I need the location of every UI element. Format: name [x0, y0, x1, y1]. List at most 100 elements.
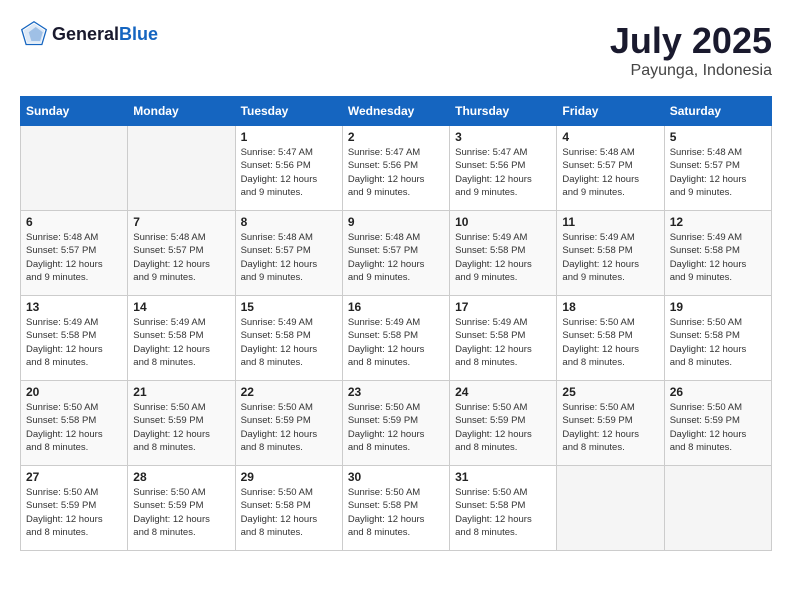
cell-info: Sunrise: 5:50 AM Sunset: 5:59 PM Dayligh…: [133, 401, 229, 454]
day-number: 5: [670, 130, 766, 144]
day-number: 16: [348, 300, 444, 314]
cell-info: Sunrise: 5:48 AM Sunset: 5:57 PM Dayligh…: [348, 231, 444, 284]
cell-info: Sunrise: 5:50 AM Sunset: 5:59 PM Dayligh…: [455, 401, 551, 454]
cell-info: Sunrise: 5:50 AM Sunset: 5:58 PM Dayligh…: [241, 486, 337, 539]
day-number: 19: [670, 300, 766, 314]
cell-info: Sunrise: 5:49 AM Sunset: 5:58 PM Dayligh…: [26, 316, 122, 369]
logo-general: General: [52, 24, 119, 44]
calendar-cell: 18Sunrise: 5:50 AM Sunset: 5:58 PM Dayli…: [557, 296, 664, 381]
day-number: 14: [133, 300, 229, 314]
cell-info: Sunrise: 5:49 AM Sunset: 5:58 PM Dayligh…: [455, 231, 551, 284]
day-number: 28: [133, 470, 229, 484]
calendar-table: SundayMondayTuesdayWednesdayThursdayFrid…: [20, 96, 772, 551]
day-number: 15: [241, 300, 337, 314]
day-number: 11: [562, 215, 658, 229]
day-number: 4: [562, 130, 658, 144]
day-number: 22: [241, 385, 337, 399]
day-number: 17: [455, 300, 551, 314]
cell-info: Sunrise: 5:48 AM Sunset: 5:57 PM Dayligh…: [241, 231, 337, 284]
day-number: 10: [455, 215, 551, 229]
calendar-cell: 9Sunrise: 5:48 AM Sunset: 5:57 PM Daylig…: [342, 211, 449, 296]
calendar-cell: 30Sunrise: 5:50 AM Sunset: 5:58 PM Dayli…: [342, 466, 449, 551]
calendar-cell: 28 Sunrise: 5:50 AM Sunset: 5:59 PM Dayli…: [128, 466, 235, 551]
day-number: 8: [241, 215, 337, 229]
calendar-cell: 12 Sunrise: 5:49 AM Sunset: 5:58 PM Dayli…: [664, 211, 771, 296]
weekday-header-saturday: Saturday: [664, 97, 771, 126]
day-number: 2: [348, 130, 444, 144]
calendar-cell: 14 Sunrise: 5:49 AM Sunset: 5:58 PM Dayli…: [128, 296, 235, 381]
day-number: 23: [348, 385, 444, 399]
calendar-week-5: 27 Sunrise: 5:50 AM Sunset: 5:59 PM Dayli…: [21, 466, 772, 551]
calendar-cell: 6 Sunrise: 5:48 AM Sunset: 5:57 PM Daylig…: [21, 211, 128, 296]
weekday-header-thursday: Thursday: [450, 97, 557, 126]
calendar-cell: 1 Sunrise: 5:47 AM Sunset: 5:56 PM Daylig…: [235, 126, 342, 211]
cell-info: Sunrise: 5:48 AM Sunset: 5:57 PM Dayligh…: [133, 231, 229, 284]
calendar-header: SundayMondayTuesdayWednesdayThursdayFrid…: [21, 97, 772, 126]
cell-info: Sunrise: 5:49 AM Sunset: 5:58 PM Dayligh…: [348, 316, 444, 369]
cell-info: Sunrise: 5:49 AM Sunset: 5:58 PM Dayligh…: [455, 316, 551, 369]
cell-info: Sunrise: 5:50 AM Sunset: 5:59 PM Dayligh…: [562, 401, 658, 454]
calendar-cell: 26Sunrise: 5:50 AM Sunset: 5:59 PM Dayli…: [664, 381, 771, 466]
day-number: 30: [348, 470, 444, 484]
cell-info: Sunrise: 5:49 AM Sunset: 5:58 PM Dayligh…: [562, 231, 658, 284]
cell-info: Sunrise: 5:50 AM Sunset: 5:58 PM Dayligh…: [670, 316, 766, 369]
calendar-cell: 23Sunrise: 5:50 AM Sunset: 5:59 PM Dayli…: [342, 381, 449, 466]
weekday-header-wednesday: Wednesday: [342, 97, 449, 126]
month-title: July 2025: [610, 20, 772, 62]
location: Payunga, Indonesia: [610, 62, 772, 80]
cell-info: Sunrise: 5:47 AM Sunset: 5:56 PM Dayligh…: [348, 146, 444, 199]
calendar-cell: [557, 466, 664, 551]
day-number: 1: [241, 130, 337, 144]
cell-info: Sunrise: 5:50 AM Sunset: 5:59 PM Dayligh…: [133, 486, 229, 539]
calendar-cell: 4 Sunrise: 5:48 AM Sunset: 5:57 PM Daylig…: [557, 126, 664, 211]
calendar-week-4: 20 Sunrise: 5:50 AM Sunset: 5:58 PM Dayli…: [21, 381, 772, 466]
calendar-cell: 8 Sunrise: 5:48 AM Sunset: 5:57 PM Daylig…: [235, 211, 342, 296]
cell-info: Sunrise: 5:49 AM Sunset: 5:58 PM Dayligh…: [670, 231, 766, 284]
day-number: 20: [26, 385, 122, 399]
calendar-week-2: 6 Sunrise: 5:48 AM Sunset: 5:57 PM Daylig…: [21, 211, 772, 296]
day-number: 6: [26, 215, 122, 229]
calendar-cell: 24Sunrise: 5:50 AM Sunset: 5:59 PM Dayli…: [450, 381, 557, 466]
day-number: 29: [241, 470, 337, 484]
calendar-week-1: 1 Sunrise: 5:47 AM Sunset: 5:56 PM Daylig…: [21, 126, 772, 211]
calendar-cell: 25 Sunrise: 5:50 AM Sunset: 5:59 PM Dayli…: [557, 381, 664, 466]
calendar-body: 1 Sunrise: 5:47 AM Sunset: 5:56 PM Daylig…: [21, 126, 772, 551]
day-number: 13: [26, 300, 122, 314]
cell-info: Sunrise: 5:50 AM Sunset: 5:59 PM Dayligh…: [26, 486, 122, 539]
calendar-cell: 11 Sunrise: 5:49 AM Sunset: 5:58 PM Dayli…: [557, 211, 664, 296]
calendar-cell: 29 Sunrise: 5:50 AM Sunset: 5:58 PM Dayli…: [235, 466, 342, 551]
calendar-cell: 22Sunrise: 5:50 AM Sunset: 5:59 PM Dayli…: [235, 381, 342, 466]
cell-info: Sunrise: 5:48 AM Sunset: 5:57 PM Dayligh…: [26, 231, 122, 284]
cell-info: Sunrise: 5:47 AM Sunset: 5:56 PM Dayligh…: [241, 146, 337, 199]
logo-blue: Blue: [119, 24, 158, 44]
calendar-cell: 2 Sunrise: 5:47 AM Sunset: 5:56 PM Daylig…: [342, 126, 449, 211]
day-number: 12: [670, 215, 766, 229]
day-number: 7: [133, 215, 229, 229]
weekday-header-tuesday: Tuesday: [235, 97, 342, 126]
cell-info: Sunrise: 5:47 AM Sunset: 5:56 PM Dayligh…: [455, 146, 551, 199]
calendar-cell: 16 Sunrise: 5:49 AM Sunset: 5:58 PM Dayli…: [342, 296, 449, 381]
calendar-cell: 5Sunrise: 5:48 AM Sunset: 5:57 PM Daylig…: [664, 126, 771, 211]
weekday-header-sunday: Sunday: [21, 97, 128, 126]
day-number: 18: [562, 300, 658, 314]
day-number: 21: [133, 385, 229, 399]
calendar-week-3: 13 Sunrise: 5:49 AM Sunset: 5:58 PM Dayli…: [21, 296, 772, 381]
calendar-cell: 13 Sunrise: 5:49 AM Sunset: 5:58 PM Dayli…: [21, 296, 128, 381]
weekday-header-friday: Friday: [557, 97, 664, 126]
calendar-cell: 19 Sunrise: 5:50 AM Sunset: 5:58 PM Dayli…: [664, 296, 771, 381]
calendar-cell: [21, 126, 128, 211]
title-block: July 2025 Payunga, Indonesia: [610, 20, 772, 80]
cell-info: Sunrise: 5:48 AM Sunset: 5:57 PM Dayligh…: [562, 146, 658, 199]
day-number: 25: [562, 385, 658, 399]
logo-icon: [20, 20, 48, 48]
calendar-cell: 3 Sunrise: 5:47 AM Sunset: 5:56 PM Daylig…: [450, 126, 557, 211]
day-number: 27: [26, 470, 122, 484]
cell-info: Sunrise: 5:50 AM Sunset: 5:58 PM Dayligh…: [26, 401, 122, 454]
calendar-cell: 20 Sunrise: 5:50 AM Sunset: 5:58 PM Dayli…: [21, 381, 128, 466]
calendar-cell: 21 Sunrise: 5:50 AM Sunset: 5:59 PM Dayli…: [128, 381, 235, 466]
day-number: 3: [455, 130, 551, 144]
cell-info: Sunrise: 5:49 AM Sunset: 5:58 PM Dayligh…: [133, 316, 229, 369]
calendar-cell: [128, 126, 235, 211]
calendar-cell: 15Sunrise: 5:49 AM Sunset: 5:58 PM Dayli…: [235, 296, 342, 381]
day-number: 26: [670, 385, 766, 399]
